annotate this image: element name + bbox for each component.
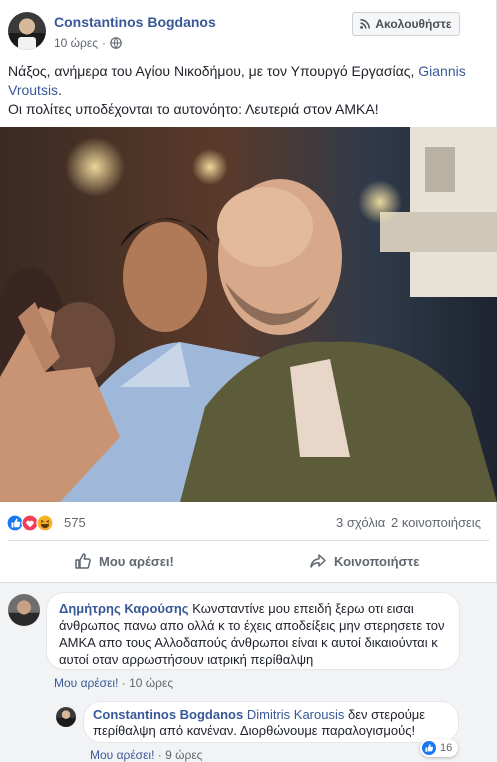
- follow-button[interactable]: Ακολουθήστε: [352, 12, 460, 36]
- post-text-line2: Οι πολίτες υποδέχονται το αυτονόητο: Λευ…: [8, 101, 379, 117]
- post-header: Constantinos Bogdanos 10 ώρες · Ακολουθή…: [0, 0, 497, 58]
- comment-time[interactable]: 10 ώρες: [129, 676, 173, 690]
- reply-sep: ·: [154, 748, 166, 762]
- post-card: Constantinos Bogdanos 10 ώρες · Ακολουθή…: [0, 0, 497, 762]
- meta-separator: ·: [102, 36, 107, 50]
- comment-bubble: Δημήτρης Καρούσης Κωνσταντίνε μου επειδή…: [46, 592, 460, 670]
- reply-bubble: Constantinos Bogdanos Dimitris Karousis …: [83, 701, 459, 743]
- reaction-icons[interactable]: [7, 514, 67, 532]
- share-label: Κοινοποιήστε: [334, 553, 420, 569]
- globe-icon[interactable]: [110, 37, 122, 49]
- comment-sep: ·: [118, 676, 130, 690]
- author-avatar[interactable]: [8, 12, 46, 50]
- reply-like-link[interactable]: Μου αρέσει!: [90, 748, 154, 762]
- reply-author[interactable]: Constantinos Bogdanos: [93, 707, 243, 722]
- reply-time[interactable]: 9 ώρες: [165, 748, 202, 762]
- like-button[interactable]: Μου αρέσει!: [74, 541, 174, 581]
- reply-mention-link[interactable]: Dimitris Karousis: [247, 707, 345, 722]
- like-reaction-icon: [422, 741, 436, 755]
- post-author[interactable]: Constantinos Bogdanos: [54, 14, 216, 30]
- comment-author[interactable]: Δημήτρης Καρούσης: [59, 601, 189, 616]
- share-arrow-icon: [310, 554, 326, 568]
- thumbs-up-icon: [75, 553, 91, 569]
- reply-avatar[interactable]: [56, 707, 76, 727]
- post-photo[interactable]: [0, 127, 497, 502]
- post-text: Νάξος, ανήμερα του Αγίου Νικοδήμου, με τ…: [8, 62, 488, 119]
- post-text-line1: Νάξος, ανήμερα του Αγίου Νικοδήμου, με τ…: [8, 63, 419, 79]
- post-meta: 10 ώρες ·: [54, 36, 122, 50]
- post-text-punct: .: [58, 82, 62, 98]
- haha-reaction-icon: [36, 514, 54, 532]
- commenter-avatar[interactable]: [8, 594, 40, 626]
- post-time[interactable]: 10 ώρες: [54, 36, 98, 50]
- share-button[interactable]: Κοινοποιήστε: [309, 541, 419, 581]
- comment-like-link[interactable]: Μου αρέσει!: [54, 676, 118, 690]
- follow-label: Ακολουθήστε: [375, 17, 452, 31]
- photo-illustration: [0, 127, 497, 502]
- comment-actions: Μου αρέσει! · 10 ώρες: [54, 676, 173, 690]
- like-reaction-icon: [7, 514, 24, 532]
- reactions-row: 575 3 σχόλια 2 κοινοποιήσεις: [0, 512, 497, 532]
- shares-count[interactable]: 2 κοινοποιήσεις: [391, 515, 481, 530]
- comments-count[interactable]: 3 σχόλια: [336, 515, 385, 530]
- reply-like-badge[interactable]: 16: [420, 739, 459, 757]
- reply-like-count: 16: [440, 742, 453, 754]
- rss-icon: [360, 19, 371, 29]
- reaction-count[interactable]: 575: [64, 515, 86, 530]
- reply-actions: Μου αρέσει! · 9 ώρες: [90, 748, 202, 762]
- post-actions: Μου αρέσει! Κοινοποιήστε: [8, 541, 489, 581]
- like-label: Μου αρέσει!: [99, 553, 174, 569]
- love-reaction-icon: [21, 514, 39, 532]
